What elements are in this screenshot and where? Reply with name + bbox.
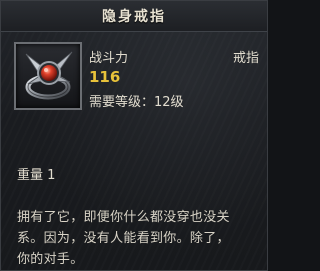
item-type-label: 戒指: [233, 51, 260, 66]
description-line: 拥有了它，即便你什么都没穿也没关: [17, 210, 230, 225]
combat-power-label: 战斗力: [89, 51, 129, 66]
level-requirement: 需要等级：12级: [89, 95, 184, 110]
description-line: 你的对手。: [17, 252, 84, 267]
tooltip-title-bar: 隐身戒指: [1, 1, 267, 32]
description-line: 系。因为，没有人能看到你。除了，: [17, 231, 230, 246]
item-name: 隐身戒指: [102, 9, 166, 25]
item-description: 拥有了它，即便你什么都没穿也没关 系。因为，没有人能看到你。除了， 你的对手。: [17, 207, 257, 270]
item-weight: 重量 1: [17, 168, 56, 183]
combat-power-value: 116: [89, 68, 121, 86]
ring-red-gem-icon: [25, 51, 73, 100]
item-tooltip: 隐身戒指 战斗力 戒指 116 需要等级：12级 重量 1 拥有了它，即便你什么…: [0, 0, 268, 271]
item-icon-slot: [14, 42, 82, 110]
